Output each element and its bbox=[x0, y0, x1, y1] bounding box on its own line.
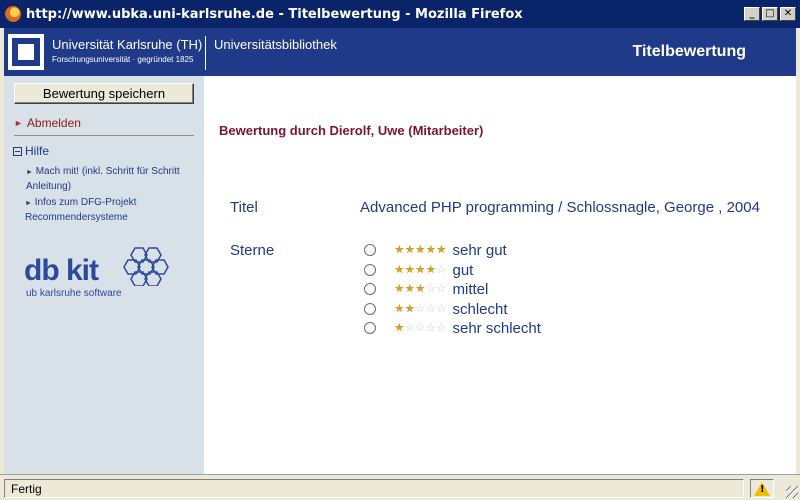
rating-option-label: mittel bbox=[452, 280, 489, 298]
university-subtitle: Forschungsuniversität · gegründet 1825 bbox=[52, 55, 194, 64]
sidebar: Bewertung speichern ► Abmelden Hilfe ► M… bbox=[4, 76, 204, 474]
logout-link[interactable]: ► Abmelden bbox=[14, 116, 81, 130]
star-filled-icon: ★ bbox=[394, 302, 405, 315]
header-divider bbox=[205, 36, 206, 70]
library-name: Universitätsbibliothek bbox=[214, 37, 337, 52]
minimize-button[interactable]: _ bbox=[744, 7, 760, 21]
star-filled-icon: ★ bbox=[404, 282, 415, 295]
window-controls: _ □ ✕ bbox=[744, 7, 796, 21]
star-filled-icon: ★ bbox=[394, 243, 405, 256]
rating-option-label: gut bbox=[452, 261, 474, 279]
resize-grip-icon[interactable] bbox=[786, 486, 798, 498]
warning-icon bbox=[754, 481, 770, 496]
sidebar-divider bbox=[14, 135, 194, 136]
logout-label: Abmelden bbox=[26, 116, 81, 130]
rating-radio[interactable] bbox=[364, 283, 376, 295]
help-item-label: Mach mit! (inkl. Schritt für Schritt Anl… bbox=[26, 166, 180, 192]
rating-option[interactable]: ★ ★ ☆ ☆ ☆ schlecht bbox=[364, 300, 508, 318]
star-empty-icon: ☆ bbox=[415, 302, 426, 315]
window-title: http://www.ubka.uni-karlsruhe.de - Titel… bbox=[26, 6, 523, 22]
star-empty-icon: ☆ bbox=[415, 321, 426, 334]
star-filled-icon: ★ bbox=[394, 282, 405, 295]
star-empty-icon: ☆ bbox=[425, 282, 436, 295]
star-filled-icon: ★ bbox=[436, 243, 447, 256]
star-empty-icon: ☆ bbox=[436, 263, 447, 276]
rating-radio[interactable] bbox=[364, 303, 376, 315]
university-logo-icon[interactable] bbox=[8, 34, 44, 70]
dbkit-logo: db kit ub karlsruhe software bbox=[24, 246, 174, 301]
warning-indicator[interactable] bbox=[750, 479, 774, 498]
star-filled-icon: ★ bbox=[425, 263, 436, 276]
star-rating: ★ ★ ★ ★ ★ bbox=[394, 243, 447, 256]
hexagon-icon bbox=[123, 247, 169, 286]
main-content: Bewertung durch Dierolf, Uwe (Mitarbeite… bbox=[204, 76, 796, 474]
firefox-icon bbox=[5, 6, 21, 22]
rating-option[interactable]: ★ ★ ★ ★ ★ sehr gut bbox=[364, 241, 507, 259]
site-header: Universität Karlsruhe (TH) Forschungsuni… bbox=[4, 28, 796, 76]
help-label: Hilfe bbox=[25, 144, 50, 158]
help-toggle[interactable]: Hilfe bbox=[13, 144, 49, 158]
collapse-icon bbox=[13, 146, 22, 156]
dbkit-logo-text: db kit bbox=[24, 254, 99, 287]
rating-radio[interactable] bbox=[364, 244, 376, 256]
rating-option[interactable]: ★ ★ ★ ☆ ☆ mittel bbox=[364, 280, 488, 298]
star-filled-icon: ★ bbox=[425, 243, 436, 256]
university-name: Universität Karlsruhe (TH) bbox=[52, 37, 203, 52]
help-item-mach-mit[interactable]: ► Mach mit! (inkl. Schritt für Schritt A… bbox=[26, 165, 201, 194]
star-filled-icon: ★ bbox=[394, 321, 405, 334]
arrow-right-icon: ► bbox=[26, 169, 33, 176]
star-filled-icon: ★ bbox=[404, 243, 415, 256]
rating-radio[interactable] bbox=[364, 322, 376, 334]
star-filled-icon: ★ bbox=[404, 263, 415, 276]
help-item-dfg-project[interactable]: ► Infos zum DFG-Projekt Recommendersyste… bbox=[25, 196, 200, 225]
rating-option[interactable]: ★ ☆ ☆ ☆ ☆ sehr schlecht bbox=[364, 319, 541, 337]
status-bar: Fertig bbox=[0, 474, 800, 500]
maximize-button[interactable]: □ bbox=[762, 7, 778, 21]
star-empty-icon: ☆ bbox=[425, 321, 436, 334]
arrow-right-icon: ► bbox=[25, 200, 32, 207]
help-item-label: Infos zum DFG-Projekt Recommendersysteme bbox=[25, 197, 137, 223]
page-title: Titelbewertung bbox=[632, 43, 747, 60]
rating-option-label: sehr gut bbox=[452, 241, 507, 259]
rating-option[interactable]: ★ ★ ★ ★ ☆ gut bbox=[364, 261, 473, 279]
dbkit-logo-subtitle: ub karlsruhe software bbox=[26, 288, 122, 299]
rating-option-label: sehr schlecht bbox=[452, 319, 541, 337]
star-empty-icon: ☆ bbox=[436, 282, 447, 295]
status-text: Fertig bbox=[4, 479, 744, 498]
star-rating: ★ ☆ ☆ ☆ ☆ bbox=[394, 321, 447, 334]
close-button[interactable]: ✕ bbox=[780, 7, 796, 21]
star-empty-icon: ☆ bbox=[436, 302, 447, 315]
star-empty-icon: ☆ bbox=[404, 321, 415, 334]
star-filled-icon: ★ bbox=[404, 302, 415, 315]
arrow-right-icon: ► bbox=[14, 118, 23, 128]
stars-label: Sterne bbox=[230, 242, 275, 259]
rating-option-label: schlecht bbox=[452, 300, 508, 318]
save-rating-button[interactable]: Bewertung speichern bbox=[14, 83, 194, 104]
star-empty-icon: ☆ bbox=[436, 321, 447, 334]
window-titlebar[interactable]: http://www.ubka.uni-karlsruhe.de - Titel… bbox=[0, 0, 800, 28]
rating-heading: Bewertung durch Dierolf, Uwe (Mitarbeite… bbox=[219, 123, 484, 138]
star-filled-icon: ★ bbox=[415, 243, 426, 256]
rating-radio[interactable] bbox=[364, 264, 376, 276]
title-value: Advanced PHP programming / Schlossnagle,… bbox=[360, 199, 760, 216]
star-filled-icon: ★ bbox=[415, 282, 426, 295]
star-filled-icon: ★ bbox=[394, 263, 405, 276]
star-empty-icon: ☆ bbox=[425, 302, 436, 315]
title-label: Titel bbox=[230, 199, 258, 216]
star-rating: ★ ★ ★ ☆ ☆ bbox=[394, 282, 447, 295]
star-rating: ★ ★ ★ ★ ☆ bbox=[394, 263, 447, 276]
star-filled-icon: ★ bbox=[415, 263, 426, 276]
star-rating: ★ ★ ☆ ☆ ☆ bbox=[394, 302, 447, 315]
